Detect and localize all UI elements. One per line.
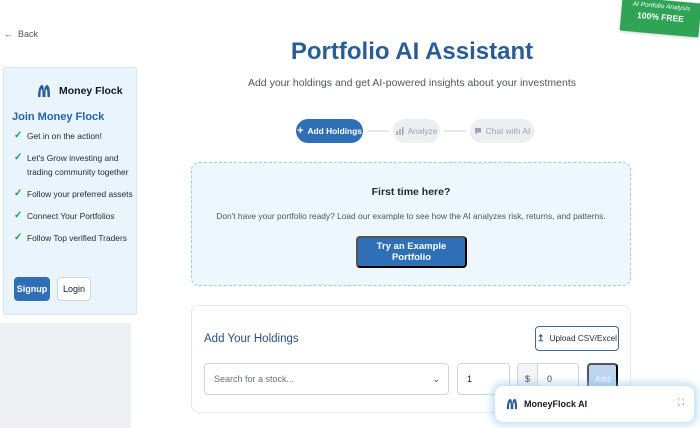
step-label: Analyze <box>407 126 438 136</box>
price-value: 0 <box>547 374 553 384</box>
expand-icon[interactable]: ⛶ <box>678 397 684 408</box>
money-flock-logo <box>506 398 518 410</box>
perk-item: ✓ Connect Your Portfolios <box>14 209 136 223</box>
perk-text: Follow Top verified Traders <box>27 233 127 243</box>
upload-icon: ↥ <box>537 333 545 343</box>
search-placeholder: Search for a stock... <box>214 374 295 384</box>
perk-list: ✓ Get in on the action! ✓ Let's Grow inv… <box>14 129 136 245</box>
join-title: Join Money Flock <box>12 111 105 123</box>
auth-buttons: Signup Login <box>14 277 91 301</box>
perk-text: Get in on the action! <box>27 131 102 141</box>
page: ← Back Money Flock Join Money Flock ✓ Ge… <box>0 0 700 428</box>
page-subtitle: Add your holdings and get AI-powered ins… <box>247 77 577 89</box>
upload-label: Upload CSV/Excel <box>549 334 617 343</box>
perk-text: Follow your preferred assets <box>27 189 133 199</box>
check-icon: ✓ <box>14 188 23 199</box>
step-chat-with-ai[interactable]: Chat with AI <box>470 119 534 143</box>
step-analyze[interactable]: Analyze <box>393 119 440 143</box>
chat-widget[interactable]: MoneyFlock AI ⛶ <box>495 386 694 422</box>
page-title: Portfolio AI Assistant <box>290 38 534 65</box>
signup-button[interactable]: Signup <box>14 277 50 301</box>
upload-csv-button[interactable]: ↥ Upload CSV/Excel <box>535 326 619 351</box>
chart-icon <box>396 127 404 135</box>
check-icon: ✓ <box>14 152 23 163</box>
step-label: Chat with AI <box>485 126 531 136</box>
check-icon: ✓ <box>14 210 23 221</box>
sidebar-placeholder-panel <box>0 323 131 428</box>
plus-icon: + <box>297 125 304 137</box>
step-label: Add Holdings <box>307 126 362 136</box>
login-button[interactable]: Login <box>57 277 91 301</box>
check-icon: ✓ <box>14 130 23 141</box>
chat-icon <box>474 128 481 135</box>
step-indicator: + Add Holdings Analyze Chat with AI <box>296 119 534 143</box>
stock-search-select[interactable]: Search for a stock... ⌄ <box>204 363 449 395</box>
perk-text: Let's Grow investing and trading communi… <box>27 153 129 177</box>
first-time-callout: First time here? Don't have your portfol… <box>191 162 631 286</box>
callout-title: First time here? <box>371 186 451 198</box>
perk-item: ✓ Let's Grow investing and trading commu… <box>14 151 132 179</box>
perk-item: ✓ Follow your preferred assets <box>14 187 136 201</box>
step-add-holdings[interactable]: + Add Holdings <box>296 119 363 143</box>
free-analysis-ribbon: AI Portfolio Analysis 100% FREE <box>619 0 700 38</box>
chat-widget-title: MoneyFlock AI <box>524 399 588 409</box>
perk-text: Connect Your Portfolios <box>27 211 115 221</box>
quantity-value: 1 <box>467 374 473 384</box>
check-icon: ✓ <box>14 232 23 243</box>
perk-item: ✓ Get in on the action! <box>14 129 136 143</box>
chevron-down-icon: ⌄ <box>432 374 440 384</box>
perk-item: ✓ Follow Top verified Traders <box>14 231 136 245</box>
holdings-title: Add Your Holdings <box>204 333 299 345</box>
try-example-button[interactable]: Try an Example Portfolio <box>356 236 467 268</box>
join-sidebar-card: Money Flock Join Money Flock ✓ Get in on… <box>3 67 137 315</box>
callout-text: Don't have your portfolio ready? Load ou… <box>216 211 606 221</box>
step-connector <box>367 130 389 132</box>
step-connector <box>444 130 466 132</box>
